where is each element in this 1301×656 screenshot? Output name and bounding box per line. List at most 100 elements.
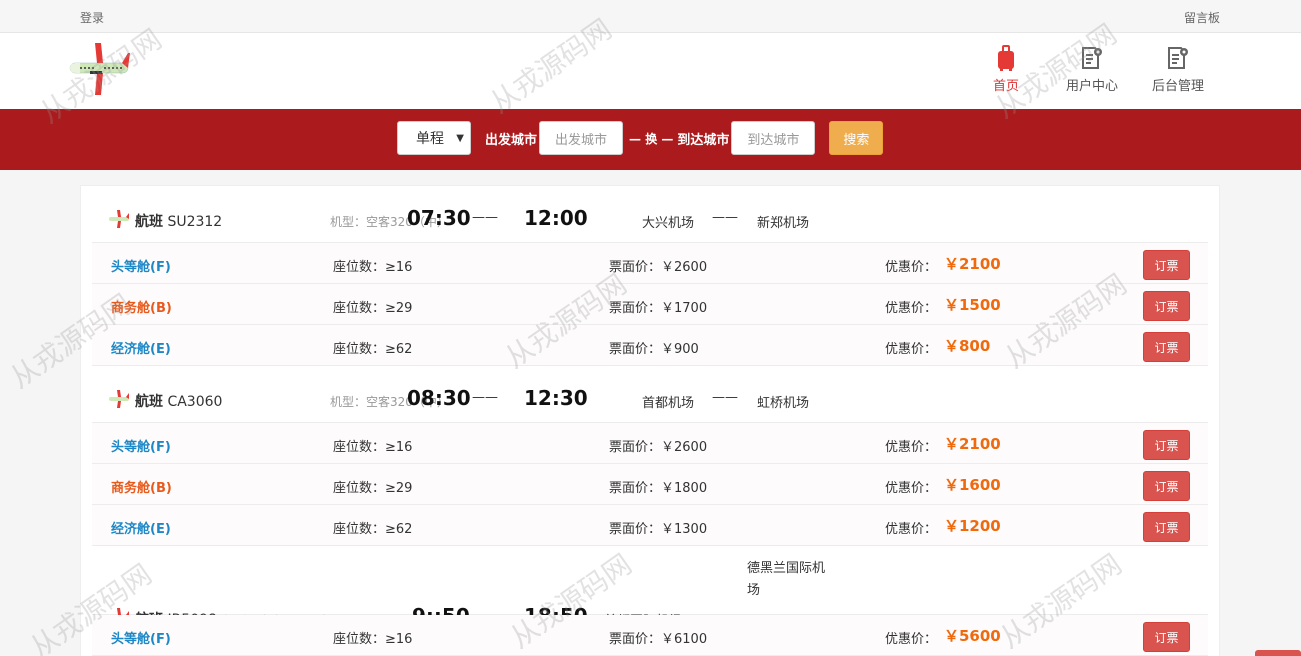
seat-label: 座位数： xyxy=(333,301,386,316)
seat-label: 座位数： xyxy=(333,342,386,357)
search-bar: 单程 ▼ 出发城市 出发城市 — 换 — 到达城市 到达城市 搜索 xyxy=(0,109,1301,170)
book-button-partial[interactable] xyxy=(1255,650,1301,656)
flight-label: 航班 xyxy=(135,394,163,410)
face-price: 票面价：￥6100 xyxy=(609,628,707,647)
time-separator: —— xyxy=(472,210,498,225)
arrive-city-label: 到达城市 xyxy=(677,132,730,148)
face-price-value: ￥6100 xyxy=(661,632,708,647)
chevron-down-icon: ▼ xyxy=(456,132,464,144)
site-header: 首页 用户中心 后台管理 xyxy=(0,33,1301,109)
discount-label: 优惠价： xyxy=(885,342,938,357)
seat-label: 座位数： xyxy=(333,522,386,537)
face-price-value: ￥2600 xyxy=(661,440,708,455)
cabin-row: 商务舱(B) 座位数：≥29 票面价：￥1700 优惠价： ￥1500 订票 xyxy=(92,284,1208,325)
seat-count: 座位数：≥62 xyxy=(333,338,412,357)
flight-number-value: CA3060 xyxy=(167,394,223,410)
trip-type-select[interactable]: 单程 ▼ xyxy=(397,121,471,155)
face-price-label: 票面价： xyxy=(609,301,662,316)
discount-label: 优惠价： xyxy=(885,260,938,275)
face-price-value: ￥1300 xyxy=(661,522,708,537)
face-price: 票面价：￥1800 xyxy=(609,477,707,496)
face-price-label: 票面价： xyxy=(609,342,662,357)
discount-label: 优惠价： xyxy=(885,481,938,496)
flight-header: 航班 IR5098机型：空客320（中）9::50——18:50首都国际机场——… xyxy=(92,546,1208,629)
face-price: 票面价：￥1700 xyxy=(609,297,707,316)
flight-header: 航班 CA3060 机型：空客320（中） 08:30 —— 12:30 首都机场 —— 虹桥… xyxy=(92,366,1208,423)
face-price-label: 票面价： xyxy=(609,440,662,455)
seat-count: 座位数：≥62 xyxy=(333,518,412,537)
cabin-row: 头等舱(F) 座位数：≥16 票面价：￥2600 优惠价： ￥2100 订票 xyxy=(92,423,1208,464)
depart-city-input[interactable]: 出发城市 xyxy=(539,121,624,155)
face-price-value: ￥1700 xyxy=(661,301,708,316)
airplane-logo-icon[interactable] xyxy=(68,41,132,97)
face-price-label: 票面价： xyxy=(609,481,662,496)
swap-button[interactable]: — 换 — xyxy=(629,130,673,147)
flight-number: 航班 CA3060 xyxy=(135,391,222,411)
arrive-time: 12:00 xyxy=(524,206,588,230)
arrive-airport: 德黑兰国际机场 xyxy=(747,561,826,598)
seat-label: 座位数： xyxy=(333,440,386,455)
cabin-class: 经济舱(E) xyxy=(111,522,171,537)
arrive-airport: 虹桥机场 xyxy=(757,396,810,411)
discount-price: ￥5600 xyxy=(944,627,1001,645)
book-ticket-button[interactable]: 订票 xyxy=(1143,291,1190,321)
nav-home-label: 首页 xyxy=(992,79,1019,94)
seat-count: 座位数：≥29 xyxy=(333,477,412,496)
discount-price: ￥800 xyxy=(944,337,991,355)
top-bar: 登录 留言板 xyxy=(0,0,1301,33)
face-price-value: ￥900 xyxy=(661,342,699,357)
flight-header: 航班 SU2312 机型：空客320（中） 07:30 —— 12:00 大兴机场 —— 新郑… xyxy=(92,186,1208,243)
discount-price: ￥1600 xyxy=(944,476,1001,494)
discount-label: 优惠价： xyxy=(885,632,938,647)
arrive-time: 12:30 xyxy=(524,386,588,410)
seat-count: 座位数：≥16 xyxy=(333,628,412,647)
airport-separator: —— xyxy=(712,210,738,225)
seat-value: ≥29 xyxy=(385,301,413,316)
nav-home[interactable]: 首页 xyxy=(963,45,1049,94)
cabin-class: 商务舱(B) xyxy=(111,301,172,316)
discount-label: 优惠价： xyxy=(885,301,938,316)
cabin-class: 头等舱(F) xyxy=(111,440,171,455)
discount-price: ￥2100 xyxy=(944,435,1001,453)
airport-separator: —— xyxy=(712,390,738,405)
book-ticket-button[interactable]: 订票 xyxy=(1143,250,1190,280)
suitcase-icon xyxy=(998,45,1014,71)
cabin-row: 头等舱(F) 座位数：≥16 票面价：￥6100 优惠价： ￥5600 订票 xyxy=(92,615,1208,656)
airplane-icon xyxy=(108,390,130,408)
message-board-link[interactable]: 留言板 xyxy=(1184,9,1220,26)
depart-time: 08:30 xyxy=(407,386,471,410)
face-price: 票面价：￥2600 xyxy=(609,436,707,455)
seat-label: 座位数： xyxy=(333,481,386,496)
face-price-label: 票面价： xyxy=(609,632,662,647)
book-ticket-button[interactable]: 订票 xyxy=(1143,512,1190,542)
search-button[interactable]: 搜索 xyxy=(829,121,884,155)
cabin-row: 经济舱(E) 座位数：≥62 票面价：￥900 优惠价： ￥800 订票 xyxy=(92,325,1208,366)
seat-count: 座位数：≥16 xyxy=(333,436,412,455)
face-price: 票面价：￥1300 xyxy=(609,518,707,537)
book-ticket-button[interactable]: 订票 xyxy=(1143,622,1190,652)
depart-airport: 首都机场 xyxy=(642,396,695,411)
arrive-city-input[interactable]: 到达城市 xyxy=(731,121,816,155)
airplane-icon xyxy=(108,210,130,228)
cabin-class: 头等舱(F) xyxy=(111,260,171,275)
seat-label: 座位数： xyxy=(333,260,386,275)
flight-number-value: SU2312 xyxy=(167,214,223,230)
nav-admin[interactable]: 后台管理 xyxy=(1135,45,1221,94)
depart-time: 07:30 xyxy=(407,206,471,230)
seat-count: 座位数：≥16 xyxy=(333,256,412,275)
face-price-value: ￥2600 xyxy=(661,260,708,275)
seat-value: ≥62 xyxy=(385,342,413,357)
seat-count: 座位数：≥29 xyxy=(333,297,412,316)
seat-value: ≥16 xyxy=(385,260,413,275)
cabin-row: 经济舱(E) 座位数：≥62 票面价：￥1300 优惠价： ￥1200 订票 xyxy=(92,505,1208,546)
book-ticket-button[interactable]: 订票 xyxy=(1143,332,1190,362)
face-price: 票面价：￥900 xyxy=(609,338,699,357)
document-gear-icon xyxy=(1168,47,1188,69)
cabin-class: 商务舱(B) xyxy=(111,481,172,496)
discount-label: 优惠价： xyxy=(885,440,938,455)
book-ticket-button[interactable]: 订票 xyxy=(1143,471,1190,501)
nav-user-center[interactable]: 用户中心 xyxy=(1049,45,1135,94)
book-ticket-button[interactable]: 订票 xyxy=(1143,430,1190,460)
flight-label: 航班 xyxy=(135,214,163,230)
login-link[interactable]: 登录 xyxy=(80,9,104,26)
